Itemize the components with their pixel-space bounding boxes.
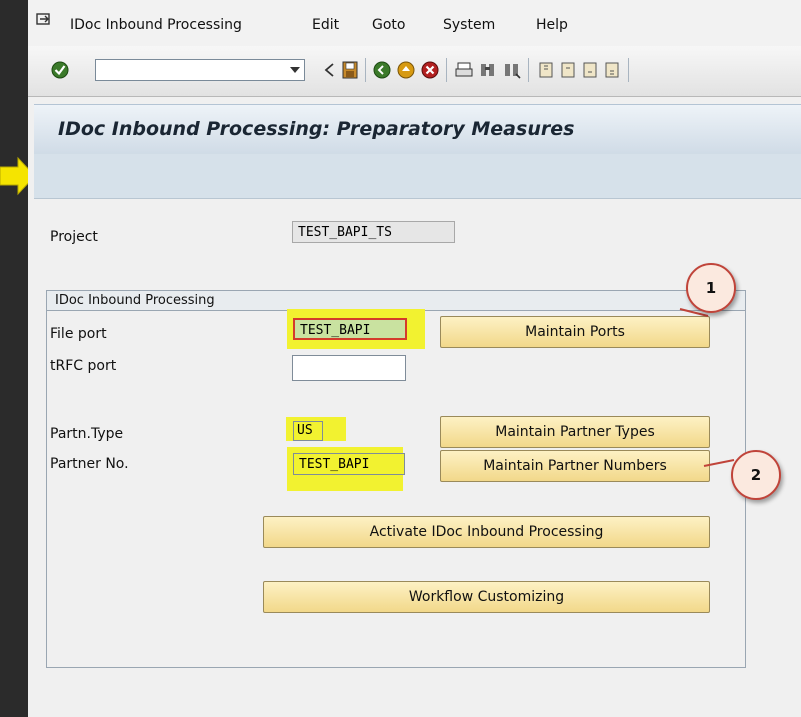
partner-type-label: Partn.Type: [50, 426, 124, 442]
callout-1: 1: [686, 263, 736, 313]
project-label: Project: [50, 229, 98, 245]
file-port-label: File port: [50, 326, 107, 342]
menu-help[interactable]: Help: [536, 17, 568, 33]
find-icon[interactable]: [478, 60, 498, 80]
next-page-icon[interactable]: [580, 60, 600, 80]
menu-edit[interactable]: Edit: [312, 17, 339, 33]
menu-idoc-inbound-processing[interactable]: IDoc Inbound Processing: [70, 17, 242, 33]
trfc-port-label: tRFC port: [50, 358, 117, 374]
project-field: TEST_BAPI_TS: [292, 221, 455, 243]
print-icon[interactable]: [454, 60, 474, 80]
toolbar-separator: [528, 58, 529, 82]
enter-icon[interactable]: [50, 60, 70, 80]
toolbar-separator: [628, 58, 629, 82]
application-toolbar: [34, 154, 801, 199]
callout-2: 2: [731, 450, 781, 500]
system-menu-icon[interactable]: [36, 12, 52, 28]
last-page-icon[interactable]: [602, 60, 622, 80]
save-icon[interactable]: [340, 60, 360, 80]
menu-bar: IDoc Inbound Processing Edit Goto System…: [28, 0, 801, 46]
maintain-partner-types-button[interactable]: Maintain Partner Types: [440, 416, 710, 448]
page-title: IDoc Inbound Processing: Preparatory Mea…: [58, 118, 575, 140]
back-icon[interactable]: [320, 60, 340, 80]
exit-icon[interactable]: [396, 60, 416, 80]
prev-page-icon[interactable]: [558, 60, 578, 80]
standard-toolbar: [28, 46, 801, 97]
file-port-field[interactable]: TEST_BAPI: [293, 318, 407, 340]
cancel-icon[interactable]: [420, 60, 440, 80]
screen-title-bar: IDoc Inbound Processing: Preparatory Mea…: [34, 104, 801, 155]
main-content: Project TEST_BAPI_TS IDoc Inbound Proces…: [34, 199, 801, 717]
toolbar-separator: [365, 58, 366, 82]
toolbar-separator: [446, 58, 447, 82]
sap-window: IDoc Inbound Processing Edit Goto System…: [28, 0, 801, 717]
workflow-customizing-button[interactable]: Workflow Customizing: [263, 581, 710, 613]
first-page-icon[interactable]: [536, 60, 556, 80]
partner-type-field[interactable]: US: [293, 421, 323, 441]
chevron-down-icon[interactable]: [290, 67, 300, 73]
partner-no-field[interactable]: TEST_BAPI: [293, 453, 405, 475]
menu-system[interactable]: System: [443, 17, 495, 33]
find-next-icon[interactable]: [502, 60, 522, 80]
forward-icon[interactable]: [372, 60, 392, 80]
menu-goto[interactable]: Goto: [372, 17, 405, 33]
activate-idoc-inbound-button[interactable]: Activate IDoc Inbound Processing: [263, 516, 710, 548]
group-title: IDoc Inbound Processing: [47, 291, 745, 311]
maintain-ports-button[interactable]: Maintain Ports: [440, 316, 710, 348]
command-field[interactable]: [95, 59, 305, 81]
maintain-partner-numbers-button[interactable]: Maintain Partner Numbers: [440, 450, 710, 482]
trfc-port-field[interactable]: [292, 355, 406, 381]
partner-no-label: Partner No.: [50, 456, 129, 472]
